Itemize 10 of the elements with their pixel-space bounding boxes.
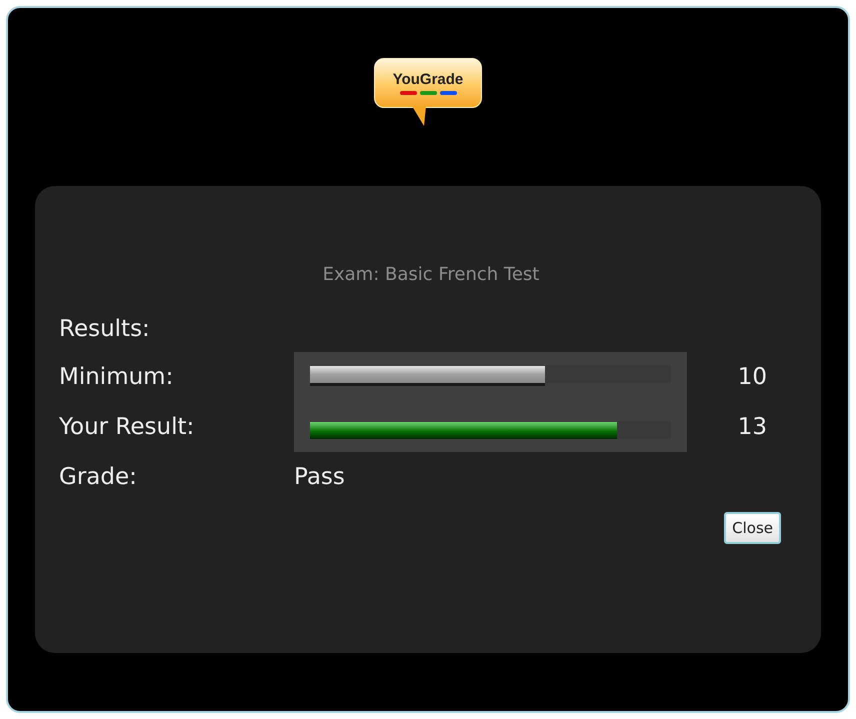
grade-value: Pass bbox=[294, 462, 345, 492]
close-button[interactable]: Close bbox=[724, 512, 781, 544]
row-label: Minimum: bbox=[59, 362, 174, 392]
score-value: 10 bbox=[738, 362, 767, 392]
exam-title: Exam: Basic French Test bbox=[322, 263, 540, 287]
row-label: Your Result: bbox=[59, 412, 194, 442]
logo: YouGrade bbox=[374, 58, 482, 128]
grade-label: Grade: bbox=[59, 462, 138, 492]
score-value: 13 bbox=[738, 412, 767, 442]
results-heading: Results: bbox=[59, 315, 150, 344]
